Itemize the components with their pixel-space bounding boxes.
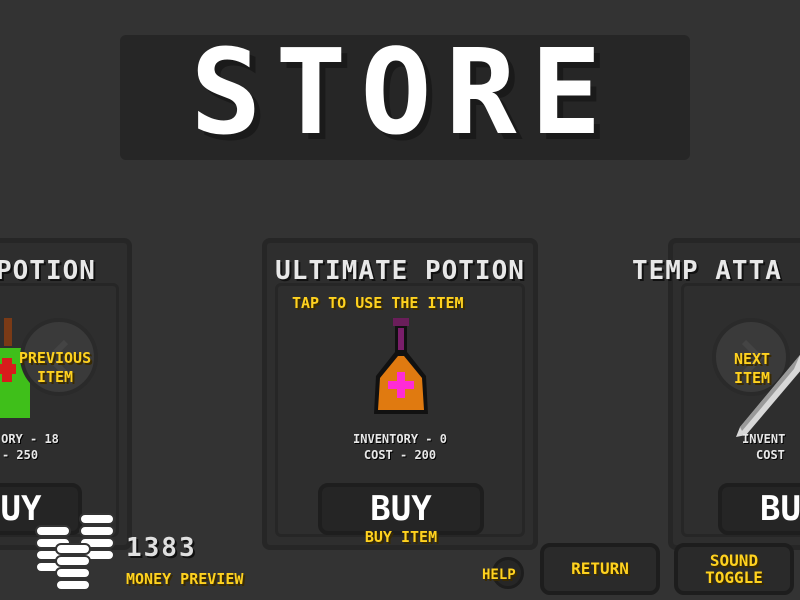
help-label: HELP	[482, 567, 516, 583]
potion-icon[interactable]	[368, 318, 434, 428]
coin-stack-icon	[35, 513, 115, 591]
item-name-next: TEMP ATTA	[632, 256, 782, 286]
sound-toggle-button[interactable]: SOUND TOGGLE	[674, 543, 794, 595]
money-value: 1383	[126, 533, 197, 563]
tap-hint: TAP TO USE THE ITEM	[292, 294, 464, 312]
store-title: STORE	[190, 23, 616, 161]
cost-previous: - 250	[1, 448, 39, 462]
item-name-current: ULTIMATE POTION	[275, 256, 525, 286]
cost-current: COST - 200	[363, 448, 437, 462]
return-button[interactable]: RETURN	[540, 543, 660, 595]
next-item-label: NEXT ITEM	[733, 350, 771, 387]
inventory-next: INVENT	[742, 432, 786, 446]
inventory-previous: ORY - 18	[1, 432, 59, 446]
buy-item-label: BUY ITEM	[364, 528, 438, 546]
buy-button-next[interactable]: BU	[718, 483, 800, 535]
inventory-current: INVENTORY - 0	[353, 432, 447, 446]
item-name-previous: POTION	[0, 256, 96, 286]
money-preview-label: MONEY PREVIEW	[126, 570, 244, 588]
cost-next: COST	[756, 448, 785, 462]
previous-item-label: PREVIOUS ITEM	[18, 349, 92, 386]
